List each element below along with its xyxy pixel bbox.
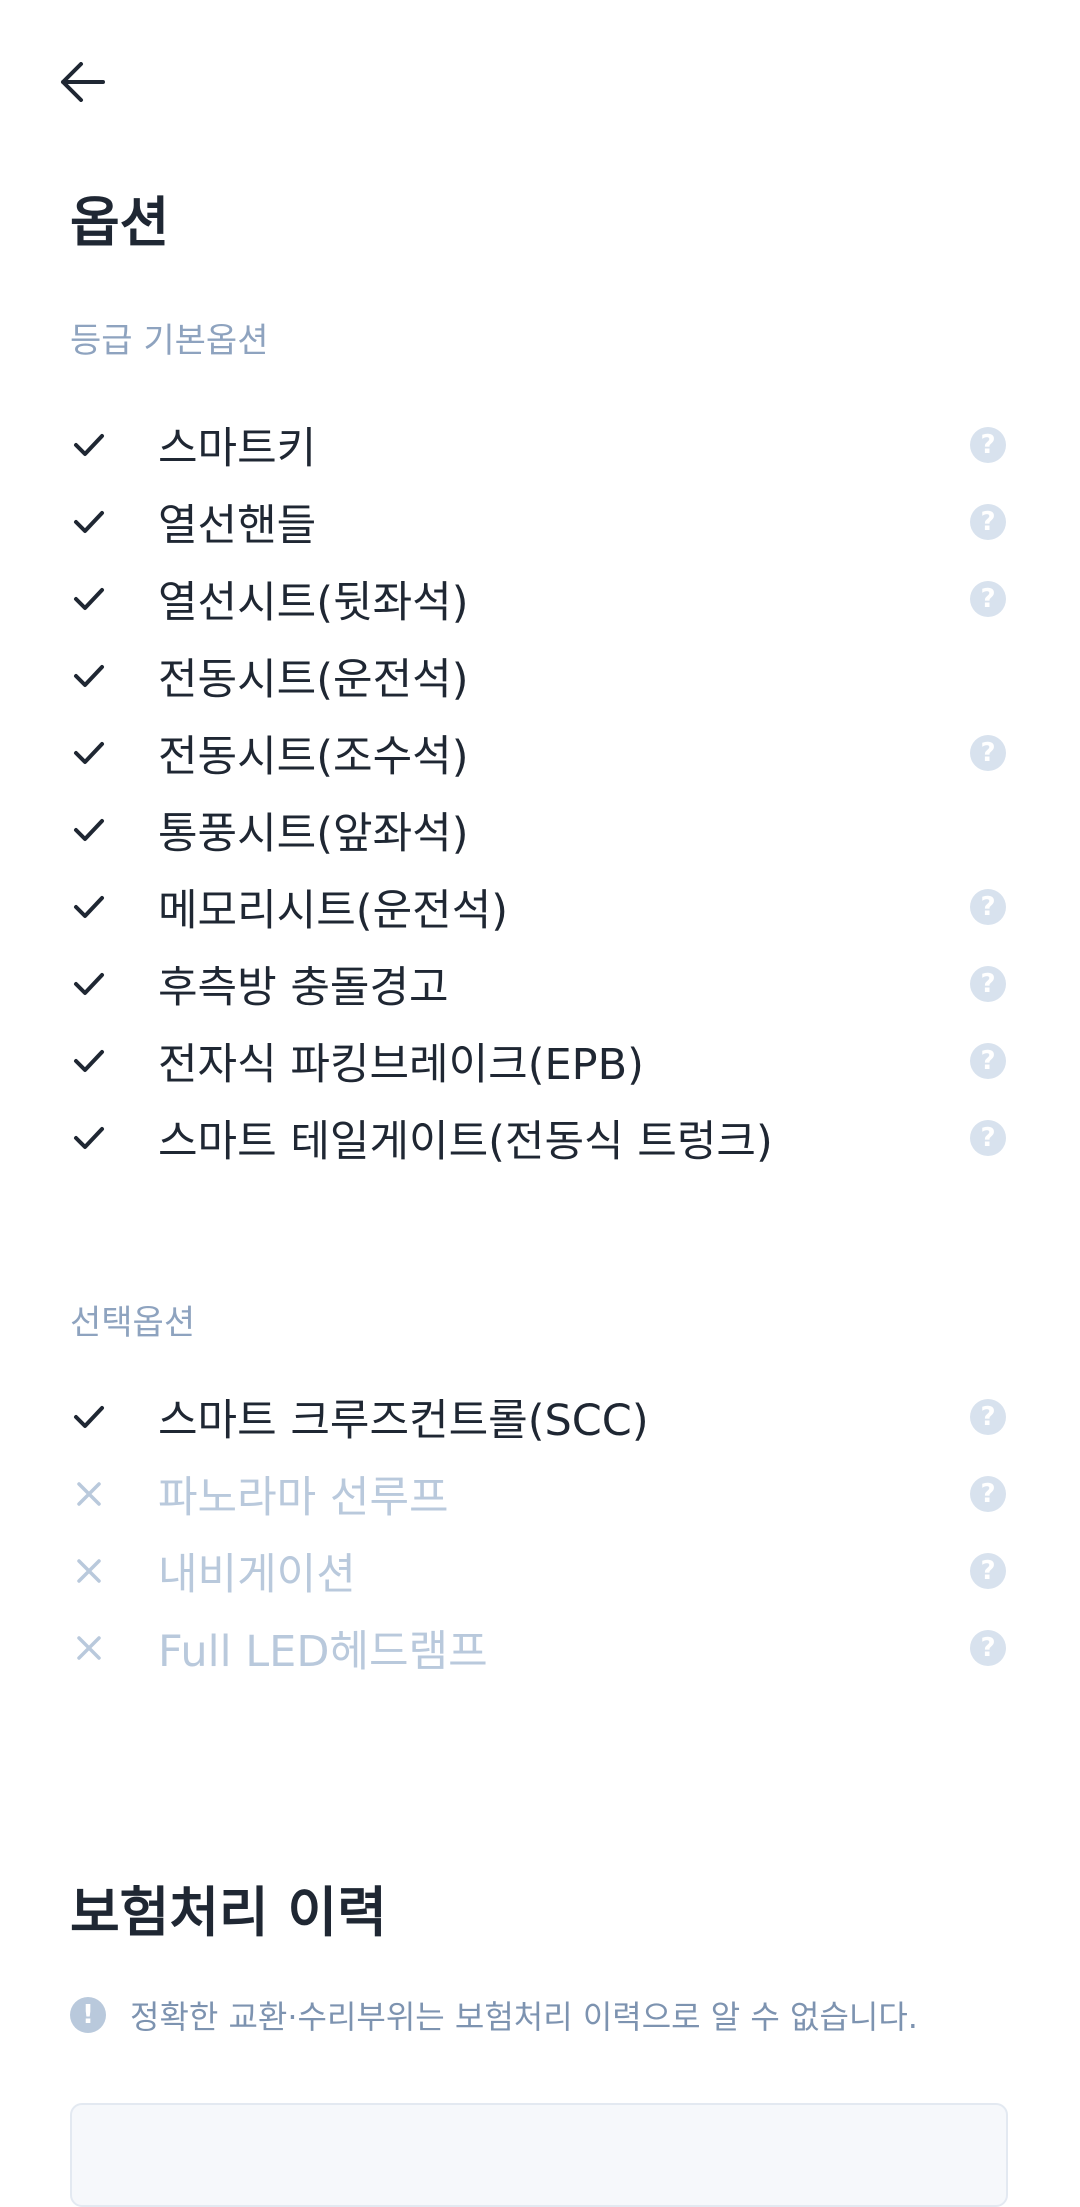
help-icon[interactable]: ? xyxy=(970,1630,1006,1666)
insurance-notice: ! 정확한 교환·수리부위는 보험처리 이력으로 알 수 없습니다. xyxy=(70,1992,918,2038)
back-button[interactable] xyxy=(52,52,112,112)
option-label: 스마트키 xyxy=(158,423,317,474)
option-label: 메모리시트(운전석) xyxy=(158,885,509,936)
check-icon xyxy=(70,1398,108,1436)
basic-options-list: 스마트키?열선핸들?열선시트(뒷좌석)?전동시트(운전석)?전동시트(조수석)?… xyxy=(0,406,1080,1176)
selected-options-label: 선택옵션 xyxy=(70,1303,196,1343)
insurance-history-card xyxy=(70,2103,1008,2207)
check-icon xyxy=(70,965,108,1003)
check-icon xyxy=(70,580,108,618)
cross-icon xyxy=(70,1475,108,1513)
cross-icon xyxy=(70,1629,108,1667)
option-label: 파노라마 선루프 xyxy=(158,1472,449,1523)
option-label: 후측방 충돌경고 xyxy=(158,962,449,1013)
option-label: 전동시트(운전석) xyxy=(158,654,469,705)
help-icon[interactable]: ? xyxy=(970,1476,1006,1512)
notice-text: 정확한 교환·수리부위는 보험처리 이력으로 알 수 없습니다. xyxy=(130,1998,918,2036)
option-label: 전자식 파킹브레이크(EPB) xyxy=(158,1039,644,1090)
option-label: 열선시트(뒷좌석) xyxy=(158,577,469,628)
help-icon[interactable]: ? xyxy=(970,889,1006,925)
help-icon[interactable]: ? xyxy=(970,1120,1006,1156)
help-icon[interactable]: ? xyxy=(970,581,1006,617)
arrow-left-icon xyxy=(61,62,105,102)
check-icon xyxy=(70,1119,108,1157)
page-title: 옵션 xyxy=(70,191,170,254)
help-icon[interactable]: ? xyxy=(970,504,1006,540)
help-icon[interactable]: ? xyxy=(970,966,1006,1002)
cross-icon xyxy=(70,1552,108,1590)
option-label: 내비게이션 xyxy=(158,1549,356,1600)
option-item: 메모리시트(운전석)? xyxy=(0,868,1080,945)
option-item: 파노라마 선루프? xyxy=(0,1455,1080,1532)
option-item: Full LED헤드램프? xyxy=(0,1609,1080,1686)
option-item: 스마트키? xyxy=(0,406,1080,483)
selected-options-list: 스마트 크루즈컨트롤(SCC)? 파노라마 선루프? 내비게이션? Full LED헤… xyxy=(0,1378,1080,1686)
option-label: 스마트 테일게이트(전동식 트렁크) xyxy=(158,1116,773,1167)
help-icon[interactable]: ? xyxy=(970,735,1006,771)
exclamation-icon: ! xyxy=(70,1997,106,2033)
help-icon[interactable]: ? xyxy=(970,1553,1006,1589)
option-item: 전동시트(운전석)? xyxy=(0,637,1080,714)
help-icon[interactable]: ? xyxy=(970,427,1006,463)
check-icon xyxy=(70,888,108,926)
option-label: 전동시트(조수석) xyxy=(158,731,469,782)
check-icon xyxy=(70,1042,108,1080)
option-label: Full LED헤드램프 xyxy=(158,1626,488,1677)
check-icon xyxy=(70,426,108,464)
option-item: 통풍시트(앞좌석)? xyxy=(0,791,1080,868)
option-item: 전자식 파킹브레이크(EPB)? xyxy=(0,1022,1080,1099)
help-icon[interactable]: ? xyxy=(970,1399,1006,1435)
option-label: 열선핸들 xyxy=(158,500,317,551)
option-item: 스마트 테일게이트(전동식 트렁크)? xyxy=(0,1099,1080,1176)
option-item: 스마트 크루즈컨트롤(SCC)? xyxy=(0,1378,1080,1455)
option-label: 스마트 크루즈컨트롤(SCC) xyxy=(158,1395,649,1446)
option-item: 내비게이션? xyxy=(0,1532,1080,1609)
option-item: 후측방 충돌경고? xyxy=(0,945,1080,1022)
help-icon[interactable]: ? xyxy=(970,1043,1006,1079)
option-label: 통풍시트(앞좌석) xyxy=(158,808,469,859)
check-icon xyxy=(70,811,108,849)
check-icon xyxy=(70,734,108,772)
option-item: 열선핸들? xyxy=(0,483,1080,560)
option-item: 전동시트(조수석)? xyxy=(0,714,1080,791)
option-item: 열선시트(뒷좌석)? xyxy=(0,560,1080,637)
insurance-history-title: 보험처리 이력 xyxy=(70,1881,387,1944)
check-icon xyxy=(70,657,108,695)
check-icon xyxy=(70,503,108,541)
basic-options-label: 등급 기본옵션 xyxy=(70,321,269,361)
